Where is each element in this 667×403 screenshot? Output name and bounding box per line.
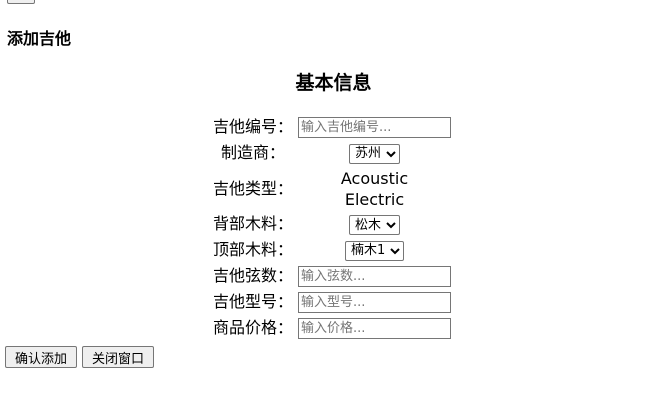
guitar-form: 吉他编号： 制造商： 苏州 吉他类型： Acoustic Electric — [210, 113, 455, 342]
form-row-model: 吉他型号： — [212, 290, 453, 314]
close-window-button[interactable]: 关闭窗口 — [82, 346, 155, 368]
form-row-back-wood: 背部木料： 松木 — [212, 213, 453, 237]
page-heading: 添加吉他 — [7, 29, 72, 48]
strings-label: 吉他弦数： — [213, 265, 294, 285]
top-wood-select[interactable]: 楠木1 — [345, 240, 405, 261]
strings-cell — [296, 264, 453, 288]
form-row-strings: 吉他弦数： — [212, 264, 453, 288]
form-row-guitar-type: 吉他类型： Acoustic Electric — [212, 167, 453, 211]
back-wood-cell: 松木 — [296, 213, 453, 237]
back-wood-label: 背部木料： — [213, 214, 294, 234]
price-input[interactable] — [298, 317, 452, 339]
form-row-price: 商品价格： — [212, 316, 453, 340]
form-row-manufacturer: 制造商： 苏州 — [212, 141, 453, 165]
price-cell — [296, 316, 453, 340]
guitar-type-cell: Acoustic Electric — [296, 167, 453, 211]
back-wood-select[interactable]: 松木 — [349, 215, 401, 235]
guitar-type-label: 吉他类型： — [213, 178, 294, 198]
section-title: 基本信息 — [295, 72, 372, 94]
manufacturer-select[interactable]: 苏州 — [349, 143, 401, 164]
strings-input[interactable] — [298, 265, 452, 287]
confirm-add-button[interactable]: 确认添加 — [5, 346, 78, 368]
page: 添加吉他 基本信息 吉他编号： 制造商： 苏州 吉他类型： — [0, 0, 667, 403]
guitar-id-label: 吉他编号： — [213, 117, 294, 136]
price-label: 商品价格： — [213, 317, 294, 337]
model-input[interactable] — [298, 291, 452, 313]
model-label: 吉他型号： — [213, 291, 294, 311]
model-cell — [296, 290, 453, 314]
top-wood-cell: 楠木1 — [296, 238, 453, 262]
manufacturer-cell: 苏州 — [296, 141, 453, 165]
top-partial-button[interactable] — [7, 0, 35, 4]
manufacturer-label: 制造商： — [221, 142, 286, 162]
top-wood-label: 顶部木料： — [213, 239, 294, 259]
form-row-top-wood: 顶部木料： 楠木1 — [212, 238, 453, 262]
form-row-guitar-id: 吉他编号： — [212, 115, 453, 139]
guitar-id-input[interactable] — [298, 117, 452, 138]
guitar-id-cell — [296, 115, 453, 139]
action-bar: 确认添加 关闭窗口 — [5, 346, 155, 368]
guitar-type-option-acoustic[interactable]: Acoustic — [297, 168, 452, 189]
guitar-type-option-electric[interactable]: Electric — [297, 189, 452, 210]
